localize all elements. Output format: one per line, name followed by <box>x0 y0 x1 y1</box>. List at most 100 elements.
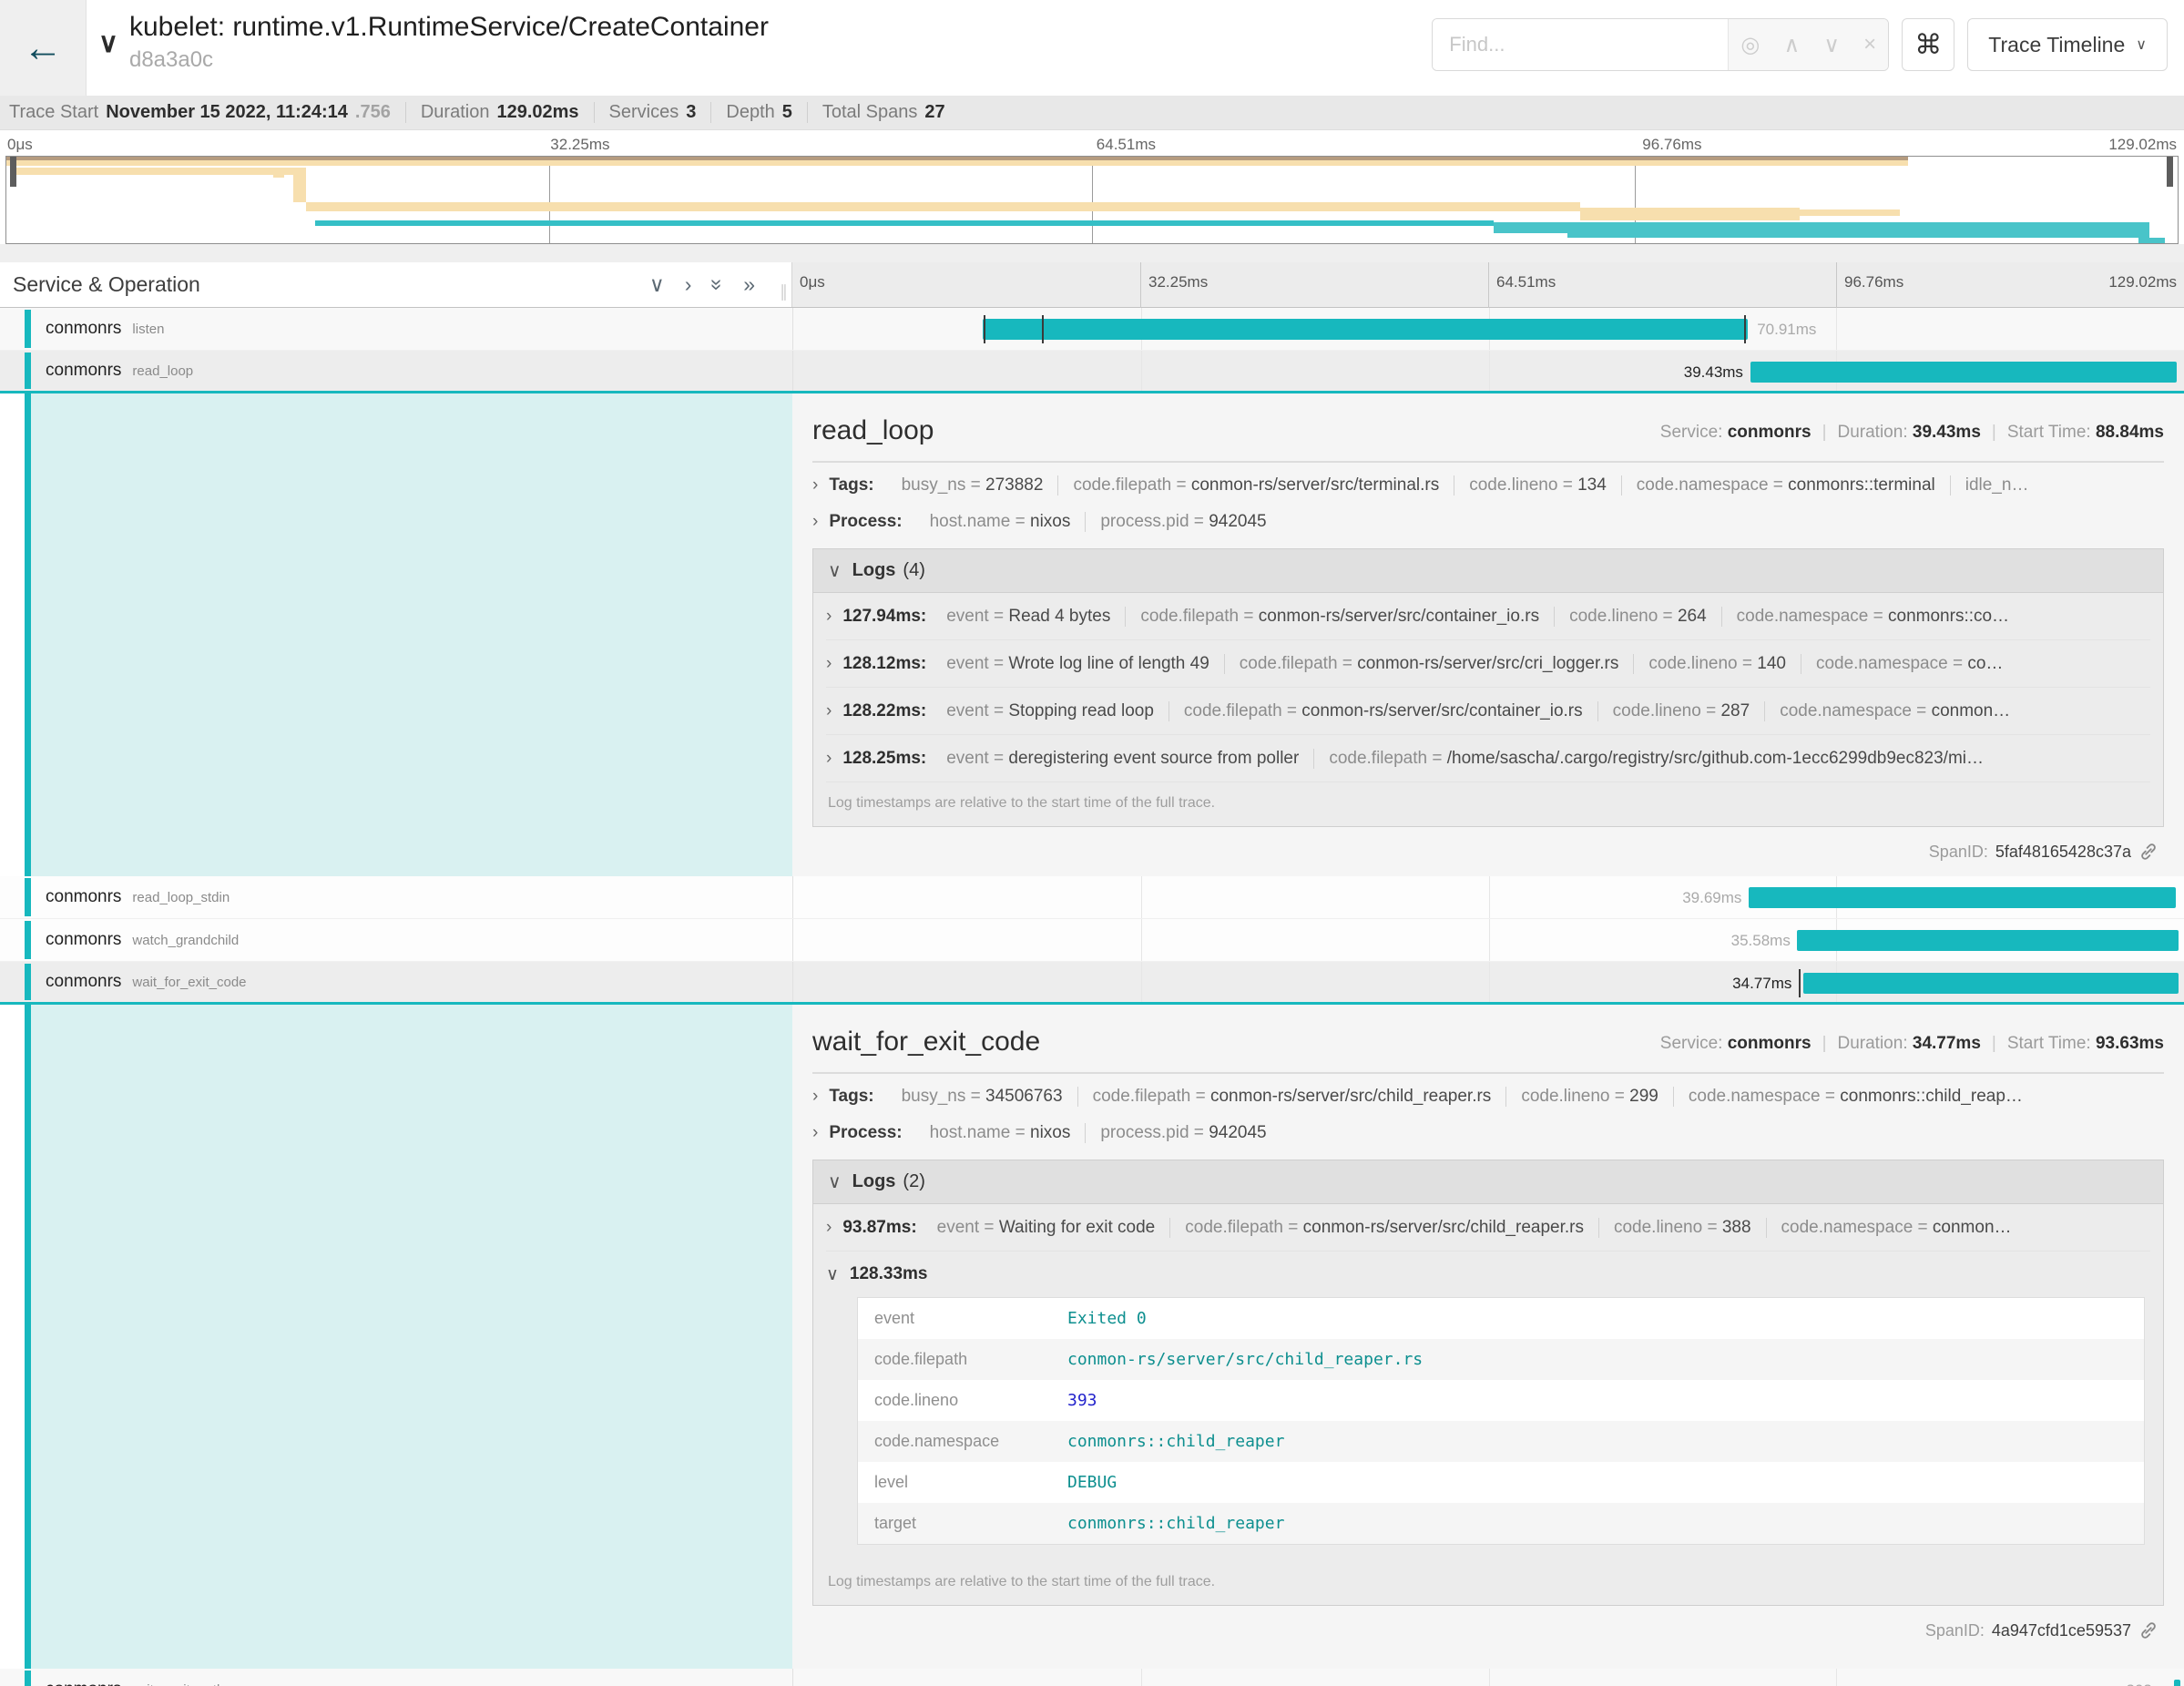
gridline <box>1489 351 1490 391</box>
clear-find-icon[interactable]: × <box>1863 32 1876 57</box>
table-row: targetconmonrs::child_reaper <box>858 1503 2144 1544</box>
log-entry[interactable]: › 128.12ms: event = Wrote log line of le… <box>826 640 2150 688</box>
log-entry[interactable]: › 128.22ms: event = Stopping read loop c… <box>826 688 2150 735</box>
span-operation: read_loop_stdin <box>132 890 230 905</box>
span-color-accent <box>25 353 31 389</box>
logs-count: (2) <box>903 1171 924 1192</box>
span-bar[interactable] <box>1797 930 2178 951</box>
tag-chip: code.namespace = conmonrs::child_reap… <box>1673 1087 2037 1107</box>
detail-title: read_loop <box>812 415 934 446</box>
span-row-write-exit-path[interactable]: conmonrs write_exit_path 303μs <box>0 1669 2184 1686</box>
process-chip: host.name = nixos <box>915 1123 1086 1143</box>
ruler-tick-label: 96.76ms <box>1836 262 1903 308</box>
span-bar[interactable] <box>1749 887 2176 908</box>
span-bar[interactable] <box>1803 973 2179 994</box>
process-row[interactable]: › Process: host.name = nixos process.pid… <box>812 512 2164 532</box>
ruler-tick-label: 32.25ms <box>1140 262 1208 308</box>
log-fields-table: eventExited 0 code.filepathconmon-rs/ser… <box>857 1297 2145 1545</box>
log-entry[interactable]: › 93.87ms: event = Waiting for exit code… <box>826 1204 2150 1252</box>
process-chip: host.name = nixos <box>915 512 1086 532</box>
chevron-down-icon: ∨ <box>826 1264 839 1285</box>
logs-header[interactable]: ∨ Logs (2) <box>813 1160 2163 1204</box>
next-match-icon[interactable]: ∨ <box>1823 32 1840 58</box>
spanid-value: 4a947cfd1ce59537 <box>1992 1621 2131 1640</box>
log-entry-expanded[interactable]: ∨ 128.33ms <box>826 1252 2150 1297</box>
span-row-read-loop[interactable]: conmonrs read_loop 39.43ms <box>0 351 2184 393</box>
gridline <box>1489 962 1490 1002</box>
span-row-watch-grandchild[interactable]: conmonrs watch_grandchild 35.58ms <box>0 919 2184 962</box>
span-grid-header: Service & Operation ∨ › » » ∥ 0μs 32.25m… <box>0 262 2184 308</box>
minimap-left-scrubber[interactable] <box>10 157 16 187</box>
span-service: conmonrs <box>46 361 121 381</box>
minimap-span <box>1580 208 1800 220</box>
tags-row[interactable]: › Tags: busy_ns = 34506763 code.filepath… <box>812 1087 2164 1107</box>
column-resizer[interactable]: ∥ <box>780 282 788 301</box>
log-chip: code.filepath = /home/sascha/.cargo/regi… <box>1313 749 1998 769</box>
summary-label: Depth <box>726 102 774 123</box>
span-row-read-loop-stdin[interactable]: conmonrs read_loop_stdin 39.69ms <box>0 876 2184 919</box>
span-duration-label: 303μs <box>2127 1681 2169 1686</box>
log-timestamp: 128.33ms <box>850 1264 928 1284</box>
gridline <box>1141 919 1142 961</box>
copy-link-icon[interactable] <box>2138 1620 2158 1640</box>
keyboard-shortcuts-button[interactable]: ⌘ <box>1902 18 1954 71</box>
log-marker <box>1799 969 1801 997</box>
gridline <box>1489 919 1490 961</box>
expander-icon: › <box>826 607 832 627</box>
prev-match-icon[interactable]: ∧ <box>1784 32 1801 58</box>
trace-id: d8a3a0c <box>129 47 769 73</box>
tag-chip: code.lineno = 299 <box>1505 1087 1673 1107</box>
tags-row[interactable]: › Tags: busy_ns = 273882 code.filepath =… <box>812 475 2164 496</box>
copy-link-icon[interactable] <box>2138 842 2158 862</box>
span-bar[interactable] <box>2174 1680 2180 1686</box>
tag-chip: busy_ns = 273882 <box>887 475 1058 496</box>
logs-panel: ∨ Logs (2) › 93.87ms: event = Waiting fo… <box>812 1160 2164 1606</box>
trace-start-ms: .756 <box>355 102 391 123</box>
collapse-one-icon[interactable]: ∨ <box>649 272 665 297</box>
tag-chip: idle_n… <box>1950 475 2044 496</box>
log-chip: code.lineno = 388 <box>1598 1218 1766 1238</box>
log-timestamp: 93.87ms: <box>842 1218 916 1238</box>
tag-chip: code.namespace = conmonrs::terminal <box>1621 475 1950 496</box>
trace-view-selector[interactable]: Trace Timeline ∨ <box>1967 18 2168 71</box>
match-target-icon[interactable]: ◎ <box>1740 32 1760 58</box>
logs-header[interactable]: ∨ Logs (4) <box>813 549 2163 593</box>
span-row-wait-for-exit-code[interactable]: conmonrs wait_for_exit_code 34.77ms <box>0 962 2184 1005</box>
log-chip: code.filepath = conmon-rs/server/src/chi… <box>1169 1218 1598 1238</box>
minimap-span <box>293 174 306 202</box>
minimap-span <box>1567 222 2149 238</box>
summary-label: Services <box>609 102 679 123</box>
spanid-label: SpanID: <box>1925 1621 1985 1640</box>
span-duration-label: 34.77ms <box>1732 975 1791 993</box>
span-duration-label: 70.91ms <box>1757 321 1816 339</box>
process-row[interactable]: › Process: host.name = nixos process.pid… <box>812 1123 2164 1143</box>
spanid-label: SpanID: <box>1929 843 1988 862</box>
log-chip: code.namespace = co… <box>1801 654 2017 674</box>
minimap-right-scrubber[interactable] <box>2167 157 2173 187</box>
span-row-listen[interactable]: conmonrs listen 70.91ms <box>0 308 2184 351</box>
expand-all-icon[interactable]: » <box>743 272 755 297</box>
tick-label: 0μs <box>7 136 33 154</box>
span-bar[interactable] <box>983 319 1748 340</box>
log-chip: event = Stopping read loop <box>932 701 1169 721</box>
header: ← ∨ kubelet: runtime.v1.RuntimeService/C… <box>0 0 2184 96</box>
detail-indent-tint <box>31 1005 792 1669</box>
back-arrow-icon: ← <box>23 28 63 68</box>
log-entry[interactable]: › 128.25ms: event = deregistering event … <box>826 735 2150 782</box>
span-operation: wait_for_exit_code <box>132 975 246 990</box>
log-chip: event = Waiting for exit code <box>923 1218 1170 1238</box>
find-input[interactable] <box>1433 19 1728 70</box>
expand-one-icon[interactable]: › <box>685 272 692 297</box>
collapse-header-icon[interactable]: ∨ <box>98 27 118 59</box>
gridline <box>1141 962 1142 1002</box>
log-entry[interactable]: › 127.94ms: event = Read 4 bytes code.fi… <box>826 593 2150 640</box>
timeline-ruler: 0μs 32.25ms 64.51ms 96.76ms 129.02ms <box>792 262 2184 307</box>
collapse-all-icon[interactable]: » <box>705 279 730 291</box>
table-row: code.filepathconmon-rs/server/src/child_… <box>858 1339 2144 1380</box>
back-button[interactable]: ← <box>0 0 87 96</box>
span-bar[interactable] <box>1750 362 2176 383</box>
ruler-tick-label: 64.51ms <box>1488 262 1556 308</box>
span-service: conmonrs <box>46 887 121 907</box>
log-chip: code.namespace = conmon… <box>1766 1218 2026 1238</box>
trace-minimap[interactable] <box>5 156 2179 244</box>
